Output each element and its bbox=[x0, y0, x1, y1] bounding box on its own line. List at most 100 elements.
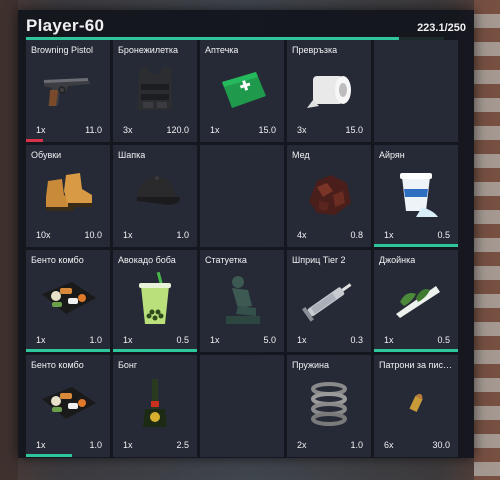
item-quantity: 3x bbox=[123, 125, 133, 135]
inventory-slot[interactable]: Бонг 1x 2.5 bbox=[113, 355, 197, 457]
inventory-header: Player-60 223.1/250 bbox=[18, 10, 474, 44]
joint-icon bbox=[386, 272, 446, 326]
item-weight: 1.0 bbox=[89, 335, 102, 345]
inventory-slot[interactable]: Аптечка 1x 15.0 bbox=[200, 40, 284, 142]
boots-icon bbox=[38, 167, 98, 221]
item-quantity: 1x bbox=[384, 335, 394, 345]
bong-icon bbox=[125, 377, 185, 431]
syringe-icon bbox=[299, 272, 359, 326]
item-quantity: 1x bbox=[123, 335, 133, 345]
item-name: Шприц Tier 2 bbox=[292, 255, 346, 265]
item-weight: 0.3 bbox=[350, 335, 363, 345]
item-name: Превръзка bbox=[292, 45, 338, 55]
item-quantity: 2x bbox=[297, 440, 307, 450]
item-name: Пружина bbox=[292, 360, 329, 370]
inventory-slot[interactable]: Статуетка 1x 5.0 bbox=[200, 250, 284, 352]
item-durability-bar bbox=[26, 454, 73, 457]
item-name: Шапка bbox=[118, 150, 146, 160]
bento-box-icon bbox=[38, 377, 98, 431]
item-quantity: 6x bbox=[384, 440, 394, 450]
item-durability-bar bbox=[26, 139, 43, 142]
item-name: Авокадо боба bbox=[118, 255, 176, 265]
player-name: Player-60 bbox=[26, 16, 105, 35]
item-weight: 1.0 bbox=[176, 230, 189, 240]
item-name: Айрян bbox=[379, 150, 405, 160]
item-quantity: 1x bbox=[123, 230, 133, 240]
background-flag-stripes bbox=[474, 0, 500, 480]
item-quantity: 4x bbox=[297, 230, 307, 240]
item-weight: 0.8 bbox=[350, 230, 363, 240]
item-quantity: 1x bbox=[36, 335, 46, 345]
item-weight: 120.0 bbox=[166, 125, 189, 135]
item-weight: 30.0 bbox=[432, 440, 450, 450]
item-name: Обувки bbox=[31, 150, 62, 160]
cap-icon bbox=[125, 167, 185, 221]
honey-comb-icon bbox=[299, 167, 359, 221]
inventory-slot[interactable]: Патрони за пис… 6x 30.0 bbox=[374, 355, 458, 457]
item-quantity: 1x bbox=[36, 125, 46, 135]
item-quantity: 1x bbox=[36, 440, 46, 450]
item-name: Патрони за пис… bbox=[379, 360, 452, 370]
item-name: Аптечка bbox=[205, 45, 239, 55]
inventory-panel: Player-60 223.1/250 Browning Pistol 1x 11.… bbox=[18, 10, 474, 458]
item-name: Бонг bbox=[118, 360, 138, 370]
first-aid-kit-icon bbox=[212, 62, 272, 116]
item-name: Бенто комбо bbox=[31, 255, 84, 265]
item-name: Browning Pistol bbox=[31, 45, 94, 55]
item-quantity: 1x bbox=[297, 335, 307, 345]
item-weight: 1.0 bbox=[89, 440, 102, 450]
bandage-roll-icon bbox=[299, 62, 359, 116]
item-weight: 2.5 bbox=[176, 440, 189, 450]
inventory-slot[interactable]: Browning Pistol 1x 11.0 bbox=[26, 40, 110, 142]
inventory-slot[interactable]: Бенто комбо 1x 1.0 bbox=[26, 355, 110, 457]
inventory-slot[interactable]: Джойнка 1x 0.5 bbox=[374, 250, 458, 352]
item-name: Статуетка bbox=[205, 255, 247, 265]
inventory-slot[interactable]: Шприц Tier 2 1x 0.3 bbox=[287, 250, 371, 352]
item-weight: 15.0 bbox=[258, 125, 276, 135]
inventory-slot[interactable]: Превръзка 3x 15.0 bbox=[287, 40, 371, 142]
item-quantity: 3x bbox=[297, 125, 307, 135]
item-weight: 0.5 bbox=[176, 335, 189, 345]
empty-slot[interactable] bbox=[200, 355, 284, 457]
empty-slot[interactable] bbox=[200, 145, 284, 247]
inventory-slot[interactable]: Айрян 1x 0.5 bbox=[374, 145, 458, 247]
item-name: Бронежилетка bbox=[118, 45, 179, 55]
item-quantity: 1x bbox=[123, 440, 133, 450]
item-name: Мед bbox=[292, 150, 310, 160]
item-weight: 0.5 bbox=[437, 335, 450, 345]
thinker-statue-icon bbox=[212, 272, 272, 326]
weight-capacity-text: 223.1/250 bbox=[417, 22, 466, 34]
item-weight: 10.0 bbox=[84, 230, 102, 240]
item-quantity: 1x bbox=[384, 230, 394, 240]
item-name: Бенто комбо bbox=[31, 360, 84, 370]
item-quantity: 1x bbox=[210, 125, 220, 135]
pistol-ammo-icon bbox=[386, 377, 446, 431]
item-durability-bar bbox=[374, 244, 458, 247]
spring-coil-icon bbox=[299, 377, 359, 431]
background-left bbox=[0, 0, 18, 480]
item-weight: 5.0 bbox=[263, 335, 276, 345]
inventory-slot[interactable]: Бенто комбо 1x 1.0 bbox=[26, 250, 110, 352]
inventory-grid: Browning Pistol 1x 11.0 Бронежилетка 3x 120.0… bbox=[26, 40, 458, 457]
inventory-slot[interactable]: Бронежилетка 3x 120.0 bbox=[113, 40, 197, 142]
pistol-icon bbox=[38, 62, 98, 116]
item-quantity: 1x bbox=[210, 335, 220, 345]
item-weight: 0.5 bbox=[437, 230, 450, 240]
ayran-cup-icon bbox=[386, 167, 446, 221]
inventory-slot[interactable]: Шапка 1x 1.0 bbox=[113, 145, 197, 247]
item-weight: 1.0 bbox=[350, 440, 363, 450]
inventory-slot[interactable]: Пружина 2x 1.0 bbox=[287, 355, 371, 457]
item-weight: 15.0 bbox=[345, 125, 363, 135]
bento-box-icon bbox=[38, 272, 98, 326]
empty-slot[interactable] bbox=[374, 40, 458, 142]
inventory-slot[interactable]: Авокадо боба 1x 0.5 bbox=[113, 250, 197, 352]
item-weight: 11.0 bbox=[85, 125, 102, 135]
inventory-slot[interactable]: Обувки 10x 10.0 bbox=[26, 145, 110, 247]
item-durability-bar bbox=[113, 349, 197, 352]
bubble-tea-icon bbox=[125, 271, 185, 326]
armor-vest-icon bbox=[125, 62, 185, 116]
item-durability-bar bbox=[374, 349, 458, 352]
item-name: Джойнка bbox=[379, 255, 416, 265]
inventory-slot[interactable]: Мед 4x 0.8 bbox=[287, 145, 371, 247]
item-durability-bar bbox=[26, 349, 110, 352]
